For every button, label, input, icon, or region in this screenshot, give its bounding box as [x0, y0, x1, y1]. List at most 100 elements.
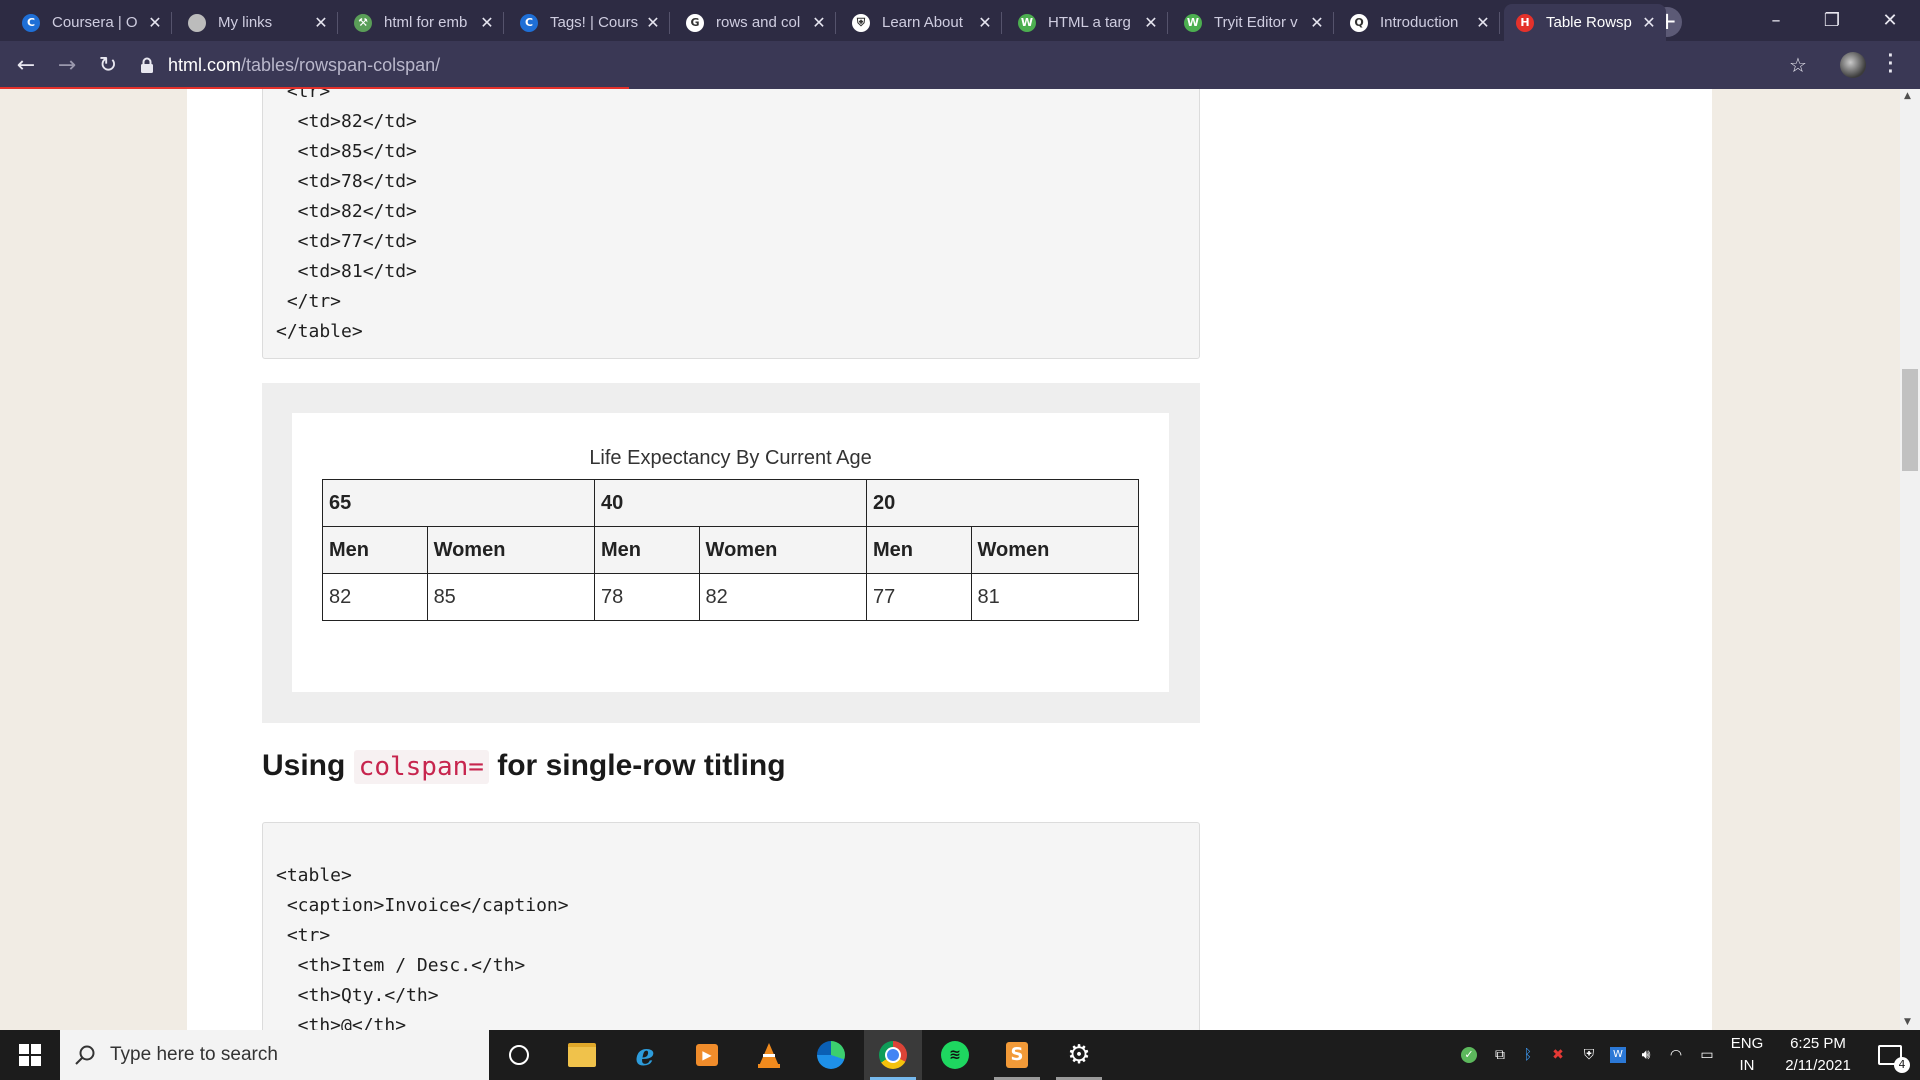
internet-explorer-icon[interactable]: e	[616, 1030, 674, 1080]
cortana-icon[interactable]	[490, 1030, 548, 1080]
antivirus-alert-icon[interactable]: ✖	[1544, 1030, 1572, 1080]
minimize-button[interactable]: –	[1748, 0, 1804, 41]
tab-title: Coursera | O	[52, 14, 138, 31]
browser-tab[interactable]: W Tryit Editor v ✕	[1172, 4, 1334, 41]
profile-avatar[interactable]	[1840, 52, 1866, 78]
section-heading: Using colspan= for single-row titling	[262, 749, 786, 784]
gender-header: Women	[698, 526, 867, 574]
browser-menu-icon[interactable]: · · ·	[1886, 46, 1896, 82]
tab-separator	[669, 12, 670, 34]
code-line: <td>78</td>	[276, 171, 417, 192]
browser-tab[interactable]: ⛨ Learn About ✕	[840, 4, 1002, 41]
tab-title: Table Rowsp	[1546, 14, 1632, 31]
tab-title: Tags! | Cours	[550, 14, 639, 31]
edge-icon[interactable]	[802, 1030, 860, 1080]
table-cell: 82	[698, 573, 867, 621]
browser-tab[interactable]: Q Introduction ✕	[1338, 4, 1500, 41]
close-tab-icon[interactable]: ✕	[480, 13, 494, 32]
code-line: <tr>	[276, 89, 331, 102]
defender-shield-icon[interactable]: ⛨	[1576, 1030, 1602, 1080]
notification-count-badge: 4	[1894, 1057, 1910, 1073]
meet-now-icon[interactable]: ⧉	[1488, 1030, 1512, 1080]
page-scrollbar[interactable]	[1900, 89, 1920, 1030]
browser-tab[interactable]: Grows and col ✕	[674, 4, 836, 41]
tab-title: Tryit Editor v	[1214, 14, 1298, 31]
table-caption: Life Expectancy By Current Age	[589, 447, 872, 469]
settings-gear-icon[interactable]: ⚙	[1050, 1030, 1108, 1080]
maximize-button[interactable]: ❐	[1804, 0, 1860, 41]
close-window-button[interactable]: ✕	[1862, 0, 1918, 41]
age-header: 20	[865, 479, 1140, 527]
scroll-down-arrow[interactable]: ▼	[1904, 1017, 1911, 1027]
sublime-text-icon[interactable]: S	[988, 1030, 1046, 1080]
search-icon	[75, 1045, 95, 1065]
code-line: <th>Qty.</th>	[276, 985, 439, 1006]
vlc-icon[interactable]	[740, 1030, 798, 1080]
tab-title: My links	[218, 14, 273, 31]
tab-separator	[171, 12, 172, 34]
start-button[interactable]	[0, 1030, 60, 1080]
clock[interactable]: 6:25 PM 2/11/2021	[1770, 1033, 1866, 1077]
table-cell: 82	[322, 573, 428, 621]
coursera-icon: C	[22, 13, 40, 32]
code-line: <th>@</th>	[276, 1015, 407, 1030]
table-cell: 85	[426, 573, 595, 621]
close-tab-icon[interactable]: ✕	[812, 13, 826, 32]
code-line: </tr>	[276, 291, 342, 312]
heading-text: Using	[262, 749, 354, 782]
gender-header: Women	[426, 526, 595, 574]
tab-title: HTML a targ	[1048, 14, 1131, 31]
browser-tab[interactable]: C Coursera | O ✕	[10, 4, 172, 41]
media-player-icon[interactable]: ▶	[678, 1030, 736, 1080]
close-tab-icon[interactable]: ✕	[1642, 13, 1656, 32]
close-tab-icon[interactable]: ✕	[646, 13, 660, 32]
file-explorer-icon[interactable]	[553, 1030, 611, 1080]
tab-title: rows and col	[716, 14, 801, 31]
tab-separator	[835, 12, 836, 34]
back-button[interactable]: ←	[10, 49, 42, 81]
scroll-up-arrow[interactable]: ▲	[1904, 91, 1911, 101]
notification-center-icon[interactable]: 4	[1866, 1030, 1914, 1080]
language-indicator[interactable]: ENG IN	[1726, 1033, 1768, 1077]
windows-logo-icon	[19, 1044, 41, 1066]
browser-tab[interactable]: W HTML a targ ✕	[1006, 4, 1168, 41]
bluetooth-icon[interactable]: ᛒ	[1516, 1030, 1540, 1080]
close-tab-icon[interactable]: ✕	[148, 13, 162, 32]
code-line: <tr>	[276, 925, 331, 946]
wifi-icon[interactable]: ◠	[1664, 1030, 1688, 1080]
security-check-icon[interactable]: ✓	[1456, 1030, 1482, 1080]
life-expectancy-table: 65 40 20 Men Women Men Women Men Women 8…	[322, 479, 1140, 621]
address-bar[interactable]: html.com/tables/rowspan-colspan/	[140, 47, 1810, 83]
bookmark-star-icon[interactable]: ☆	[1789, 53, 1807, 77]
close-tab-icon[interactable]: ✕	[1144, 13, 1158, 32]
reload-button[interactable]: ↻	[92, 49, 124, 81]
close-tab-icon[interactable]: ✕	[1476, 13, 1490, 32]
browser-tab[interactable]: ⚒ html for emb ✕	[342, 4, 504, 41]
tab-strip: + – ❐ ✕ C Coursera | O ✕ My links ✕ ⚒ html for…	[0, 0, 1920, 41]
tab-separator	[503, 12, 504, 34]
close-tab-icon[interactable]: ✕	[314, 13, 328, 32]
spotify-icon[interactable]: ≋	[926, 1030, 984, 1080]
code-block-bottom: <table> <caption>Invoice</caption> <tr> …	[262, 822, 1200, 1030]
table-cell: 77	[865, 573, 972, 621]
browser-tab[interactable]: H Table Rowsp ✕	[1504, 4, 1666, 41]
taskbar-search-box[interactable]: Type here to search	[60, 1030, 489, 1080]
forward-button[interactable]: →	[51, 49, 83, 81]
scrollbar-thumb[interactable]	[1902, 369, 1918, 471]
browser-tab[interactable]: My links ✕	[176, 4, 338, 41]
code-block-top: <tr> <td>82</td> <td>85</td> <td>78</td>…	[262, 89, 1200, 359]
volume-icon[interactable]: 🔊︎	[1634, 1030, 1658, 1080]
close-tab-icon[interactable]: ✕	[1310, 13, 1324, 32]
browser-tab[interactable]: C Tags! | Cours ✕	[508, 4, 670, 41]
tab-title: Learn About	[882, 14, 963, 31]
code-line: <td>85</td>	[276, 141, 417, 162]
age-header: 65	[322, 479, 595, 527]
gender-header: Women	[970, 526, 1140, 574]
table-cell: 78	[593, 573, 700, 621]
code-line: </table>	[276, 321, 363, 342]
battery-icon[interactable]: ▭	[1694, 1030, 1720, 1080]
word-icon[interactable]: W	[1606, 1030, 1630, 1080]
gender-header: Men	[322, 526, 428, 574]
chrome-icon[interactable]	[864, 1030, 922, 1080]
close-tab-icon[interactable]: ✕	[978, 13, 992, 32]
